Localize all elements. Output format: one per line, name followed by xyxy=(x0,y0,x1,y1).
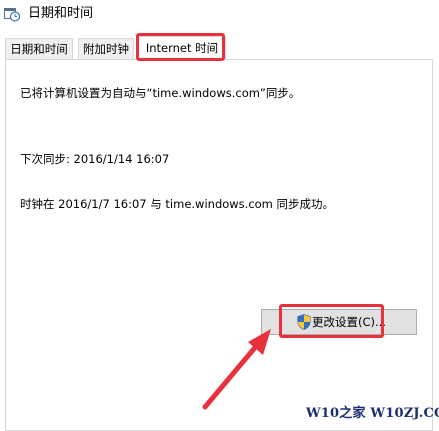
title-bar: 日期和时间 xyxy=(0,0,439,30)
tab-additional-clocks[interactable]: 附加时钟 xyxy=(78,38,134,59)
uac-shield-icon xyxy=(297,314,311,330)
last-sync-status-text: 时钟在 2016/1/7 16:07 与 time.windows.com 同步… xyxy=(20,197,335,211)
change-settings-button[interactable]: 更改设置(C)... xyxy=(261,309,417,335)
tab-strip: 日期和时间 附加时钟 Internet 时间 xyxy=(0,36,439,60)
site-watermark: W10之家 W10ZJ.COM xyxy=(306,406,439,421)
clock-calendar-icon xyxy=(4,6,21,22)
sync-info-text: 已将计算机设置为自动与“time.windows.com”同步。 xyxy=(20,86,301,100)
date-time-dialog: 日期和时间 日期和时间 附加时钟 Internet 时间 已将计算机设置为自动与… xyxy=(0,0,439,431)
window-title: 日期和时间 xyxy=(28,6,94,21)
internet-time-panel xyxy=(5,59,433,431)
next-sync-text: 下次同步: 2016/1/14 16:07 xyxy=(20,152,170,166)
tab-date-time[interactable]: 日期和时间 xyxy=(5,38,73,59)
change-settings-label: 更改设置(C)... xyxy=(312,315,386,329)
tab-internet-time[interactable]: Internet 时间 xyxy=(138,36,226,60)
